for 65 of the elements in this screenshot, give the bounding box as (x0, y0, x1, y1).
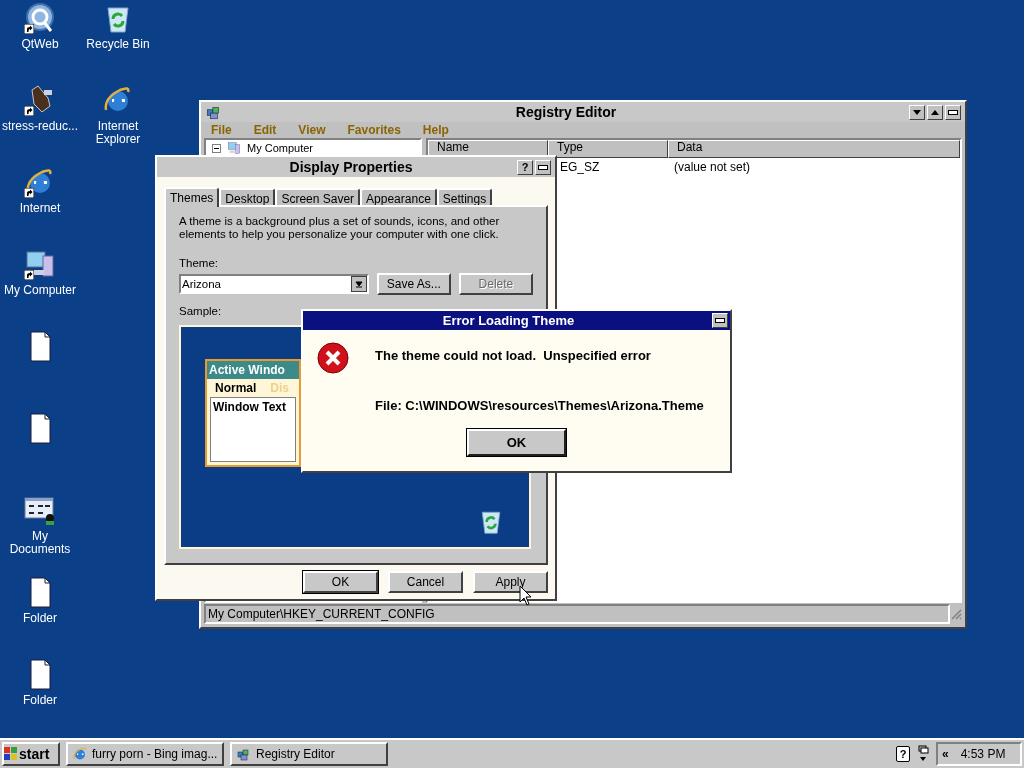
expand-tray-arrows[interactable]: « (942, 745, 949, 763)
window-menu-button[interactable] (535, 159, 551, 175)
bar-icon (948, 109, 958, 115)
taskbar-button[interactable]: Registry Editor (230, 742, 388, 766)
shortcut-arrow-icon (24, 188, 34, 198)
dialog-button[interactable]: Save As... (376, 273, 451, 296)
icon-label: Folder (23, 694, 57, 707)
column-header[interactable]: Data (668, 140, 960, 158)
error-icon (317, 342, 349, 374)
description-text: A theme is a background plus a set of sounds, icons, and other elements to help you personalize your computer with one click. (179, 215, 501, 241)
window-title: Display Properties (288, 157, 414, 177)
ok-button[interactable]: OK (467, 429, 566, 456)
clock: 4:53 PM (960, 746, 1006, 763)
bar-icon (715, 318, 725, 323)
maximize-button[interactable] (927, 104, 943, 120)
tree-item[interactable]: My Computer (247, 142, 314, 154)
help-icon[interactable]: ? (896, 746, 910, 762)
sample-window-text: Window Text (210, 396, 296, 462)
icon-label: Internet Explorer (95, 120, 141, 146)
shortcut-arrow-icon (24, 106, 34, 116)
icon-label: stress-reduc... (2, 120, 78, 133)
error-message: The theme could not load. Unspecified error (375, 347, 652, 365)
shortcut-arrow-icon (24, 24, 34, 34)
file-path: File: C:\WINDOWS\resources\Themes\Arizona.Theme (375, 396, 704, 415)
minimize-button[interactable] (909, 104, 925, 120)
tab[interactable]: Desktop (219, 188, 276, 205)
taskbar-button[interactable]: furry porn - Bing imag... (66, 742, 224, 766)
icon-label: Folder (23, 612, 57, 625)
sample-window-title: Active Windo (207, 360, 299, 379)
tab[interactable]: Screen Saver (275, 188, 361, 205)
column-header[interactable]: Type (548, 140, 668, 158)
status-bar: My Computer\HKEY_CURRENT_CONFIG (204, 604, 950, 624)
icon-label: Recycle Bin (86, 38, 150, 51)
resize-grip-icon[interactable] (950, 608, 962, 620)
table-cell-text: EG_SZ (559, 159, 601, 176)
windows-flag-icon (4, 747, 18, 761)
icon-label: Internet (19, 202, 61, 215)
window-menu-button[interactable] (945, 104, 961, 120)
icon-label: QtWeb (21, 38, 59, 51)
collapse-icon[interactable] (212, 143, 221, 153)
icon-label: My Documents (8, 530, 72, 556)
computer-icon (227, 141, 241, 155)
field-label: Theme: (179, 256, 219, 271)
shortcut-arrow-icon (24, 270, 34, 280)
dialog-button[interactable]: Apply (473, 571, 548, 593)
window-title: Registry Editor (514, 102, 618, 122)
browser-icon (72, 746, 88, 762)
network-icon[interactable] (916, 745, 930, 763)
bar-icon (538, 164, 548, 170)
registry-cubes-icon (236, 746, 252, 762)
table-cell-text: (value not set) (673, 159, 751, 176)
tab[interactable]: Appearance (360, 188, 437, 205)
dialog-button[interactable]: Cancel (388, 571, 463, 593)
icon-label: My Computer (4, 284, 76, 297)
tab[interactable]: Themes (164, 187, 220, 207)
up-triangle-icon (931, 109, 939, 115)
down-triangle-icon (913, 109, 921, 115)
dialog-title: Error Loading Theme (441, 311, 576, 330)
tab[interactable]: Settings (436, 188, 493, 205)
help-button[interactable]: ? (517, 159, 533, 175)
start-button[interactable]: start (2, 742, 60, 766)
window-menu-button[interactable] (712, 313, 728, 328)
field-label: Sample: (179, 304, 222, 320)
theme-dropdown[interactable]: Arizona (179, 274, 369, 295)
dialog-button[interactable]: OK (303, 571, 378, 593)
